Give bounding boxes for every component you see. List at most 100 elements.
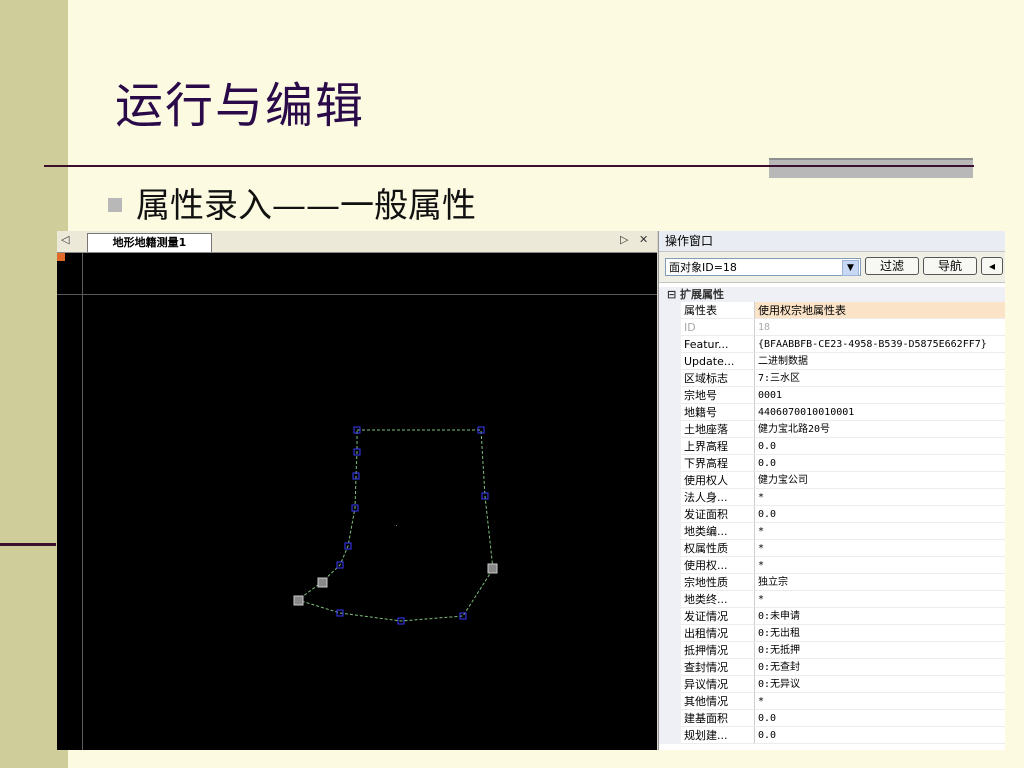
operation-window-title: 操作窗口	[659, 231, 1005, 252]
property-value[interactable]: {BFAABBFB-CE23-4958-B539-D5875E662FF7}	[755, 336, 1005, 353]
property-value[interactable]: 0.0	[755, 438, 1005, 455]
object-select[interactable]: 面对象ID=18 ▼	[665, 258, 861, 276]
property-row[interactable]: 发证情况 0:未申请	[659, 608, 1005, 625]
document-tab-bar: ◁ 地形地籍测量1 ▷ ✕	[57, 231, 657, 253]
property-row[interactable]: 法人身... *	[659, 489, 1005, 506]
property-name: 区域标志	[681, 370, 755, 387]
row-gutter	[659, 523, 681, 540]
row-gutter	[659, 693, 681, 710]
property-value[interactable]: 0.0	[755, 455, 1005, 472]
row-gutter	[659, 438, 681, 455]
property-value[interactable]: *	[755, 693, 1005, 710]
property-row[interactable]: 下界高程 0.0	[659, 455, 1005, 472]
category-extended-properties[interactable]: ⊟ 扩展属性	[659, 287, 1005, 302]
property-value[interactable]: 健力宝北路20号	[755, 421, 1005, 438]
property-row[interactable]: 查封情况 0:无查封	[659, 659, 1005, 676]
map-canvas[interactable]	[57, 253, 657, 750]
vertex-handle-gray[interactable]	[317, 577, 328, 588]
property-row[interactable]: 宗地性质 独立宗	[659, 574, 1005, 591]
tab-scroll-left-icon[interactable]: ◁	[61, 233, 69, 246]
property-row[interactable]: 规划建... 0.0	[659, 727, 1005, 744]
property-name: 查封情况	[681, 659, 755, 676]
filter-button[interactable]: 过滤	[865, 257, 919, 275]
property-value[interactable]: 4406070010010001	[755, 404, 1005, 421]
vertex-handle-gray[interactable]	[293, 595, 304, 606]
property-value[interactable]: 0:无异议	[755, 676, 1005, 693]
row-gutter	[659, 302, 681, 319]
chevron-down-icon[interactable]: ▼	[842, 260, 859, 276]
property-value[interactable]: *	[755, 557, 1005, 574]
property-row[interactable]: 属性表 使用权宗地属性表	[659, 302, 1005, 319]
property-value[interactable]: *	[755, 523, 1005, 540]
property-row[interactable]: 土地座落 健力宝北路20号	[659, 421, 1005, 438]
property-row[interactable]: 地类编... *	[659, 523, 1005, 540]
navigate-button[interactable]: 导航	[923, 257, 977, 275]
property-value[interactable]: 0:无出租	[755, 625, 1005, 642]
property-name: 宗地号	[681, 387, 755, 404]
row-gutter	[659, 387, 681, 404]
property-row[interactable]: 宗地号 0001	[659, 387, 1005, 404]
property-row[interactable]: Update... 二进制数据	[659, 353, 1005, 370]
bullet-item: 属性录入——一般属性	[108, 178, 476, 227]
row-gutter	[659, 642, 681, 659]
property-row[interactable]: 权属性质 *	[659, 540, 1005, 557]
property-value[interactable]: 独立宗	[755, 574, 1005, 591]
property-row[interactable]: 建基面积 0.0	[659, 710, 1005, 727]
property-value[interactable]: 使用权宗地属性表	[755, 302, 1005, 319]
property-row[interactable]: 抵押情况 0:无抵押	[659, 642, 1005, 659]
property-row[interactable]: Featur... {BFAABBFB-CE23-4958-B539-D5875E…	[659, 336, 1005, 353]
property-name: 上界高程	[681, 438, 755, 455]
property-row[interactable]: 上界高程 0.0	[659, 438, 1005, 455]
property-row[interactable]: 地类终... *	[659, 591, 1005, 608]
property-value[interactable]: 18	[755, 319, 1005, 336]
row-gutter	[659, 659, 681, 676]
property-value[interactable]: 0.0	[755, 710, 1005, 727]
side-accent-line	[0, 543, 56, 546]
property-name: 异议情况	[681, 676, 755, 693]
property-row[interactable]: 发证面积 0.0	[659, 506, 1005, 523]
row-gutter	[659, 489, 681, 506]
parcel-polygon[interactable]	[296, 429, 494, 622]
property-row[interactable]: 使用权... *	[659, 557, 1005, 574]
row-gutter	[659, 727, 681, 744]
row-gutter	[659, 404, 681, 421]
property-value[interactable]: 0001	[755, 387, 1005, 404]
property-value[interactable]: 0.0	[755, 506, 1005, 523]
title-accent-bar	[769, 158, 973, 178]
bullet-square-icon	[108, 197, 122, 212]
close-icon[interactable]: ✕	[639, 233, 648, 246]
row-gutter	[659, 319, 681, 336]
property-value[interactable]: *	[755, 540, 1005, 557]
property-row[interactable]: ID 18	[659, 319, 1005, 336]
property-value[interactable]: 健力宝公司	[755, 472, 1005, 489]
property-value[interactable]: 0:未申请	[755, 608, 1005, 625]
tab-scroll-right-icon[interactable]: ▷	[620, 233, 628, 246]
property-name: 抵押情况	[681, 642, 755, 659]
property-value[interactable]: 7:三水区	[755, 370, 1005, 387]
property-row[interactable]: 区域标志 7:三水区	[659, 370, 1005, 387]
row-gutter	[659, 421, 681, 438]
property-row[interactable]: 出租情况 0:无出租	[659, 625, 1005, 642]
property-name: 宗地性质	[681, 574, 755, 591]
property-value[interactable]: *	[755, 489, 1005, 506]
property-value[interactable]: 0:无抵押	[755, 642, 1005, 659]
property-row[interactable]: 异议情况 0:无异议	[659, 676, 1005, 693]
property-value[interactable]: 二进制数据	[755, 353, 1005, 370]
property-value[interactable]: 0.0	[755, 727, 1005, 744]
property-name: 下界高程	[681, 455, 755, 472]
row-gutter	[659, 540, 681, 557]
operation-toolbar: 面对象ID=18 ▼ 过滤 导航 ◂	[659, 252, 1005, 283]
property-row[interactable]: 使用权人 健力宝公司	[659, 472, 1005, 489]
parcel-drawing[interactable]	[57, 253, 657, 750]
property-row[interactable]: 其他情况 *	[659, 693, 1005, 710]
more-button[interactable]: ◂	[981, 257, 1003, 275]
row-gutter	[659, 455, 681, 472]
vertex-handle-gray[interactable]	[487, 563, 498, 574]
property-name: 其他情况	[681, 693, 755, 710]
property-row[interactable]: 地籍号 4406070010010001	[659, 404, 1005, 421]
property-name: 规划建...	[681, 727, 755, 744]
property-value[interactable]: *	[755, 591, 1005, 608]
row-gutter	[659, 608, 681, 625]
tab-map-document[interactable]: 地形地籍测量1	[87, 233, 212, 252]
property-value[interactable]: 0:无查封	[755, 659, 1005, 676]
